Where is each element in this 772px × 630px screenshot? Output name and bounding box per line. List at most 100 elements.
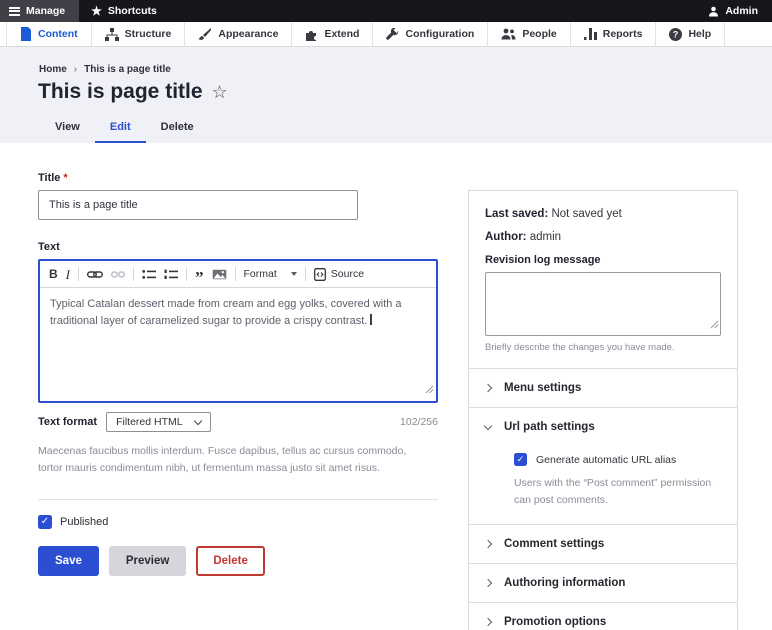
text-format-select[interactable]: Filtered HTML xyxy=(106,412,211,432)
check-icon: ✓ xyxy=(41,516,49,527)
accordion-label: Url path settings xyxy=(504,421,595,433)
published-checkbox[interactable]: ✓ xyxy=(38,515,52,529)
last-saved-value: Not saved yet xyxy=(548,208,622,220)
accordion-authoring-information[interactable]: Authoring information xyxy=(469,563,737,602)
nav-item-label: Appearance xyxy=(218,28,278,40)
preview-button[interactable]: Preview xyxy=(109,546,186,576)
node-meta-section: Last saved: Not saved yet Author: admin … xyxy=(469,191,737,368)
bold-button[interactable]: B xyxy=(49,268,58,280)
text-format-label: Text format xyxy=(38,416,97,428)
file-icon xyxy=(20,27,32,41)
text-cursor xyxy=(370,314,372,325)
bookmark-star-icon[interactable]: ☆ xyxy=(212,82,228,103)
breadcrumb-current: This is a page title xyxy=(84,64,171,75)
chevron-right-icon xyxy=(484,539,492,547)
nav-item-people[interactable]: People xyxy=(488,22,570,46)
sitemap-icon xyxy=(105,28,119,41)
nav-item-reports[interactable]: Reports xyxy=(571,22,657,46)
nav-item-appearance[interactable]: Appearance xyxy=(185,22,292,46)
chevron-down-icon xyxy=(484,421,492,429)
hamburger-icon xyxy=(9,7,20,16)
shortcuts-label: Shortcuts xyxy=(108,5,157,17)
chevron-right-icon xyxy=(484,578,492,586)
author-line: Author: admin xyxy=(485,231,721,243)
wrench-icon xyxy=(386,28,399,41)
title-field-label: Title* xyxy=(38,172,438,184)
bulleted-list-icon xyxy=(142,269,156,280)
nav-item-label: Help xyxy=(688,28,711,40)
author-label: Author: xyxy=(485,231,527,243)
numbered-list-icon xyxy=(164,269,178,280)
accordion-label: Comment settings xyxy=(504,538,604,550)
user-label: Admin xyxy=(725,5,758,17)
source-button-label: Source xyxy=(331,269,364,280)
revision-log-help: Briefly describe the changes you have ma… xyxy=(485,342,721,353)
blockquote-button[interactable]: ” xyxy=(195,269,204,286)
unlink-button[interactable] xyxy=(111,270,125,279)
nav-item-label: People xyxy=(522,28,556,40)
toolbar-separator xyxy=(305,267,306,281)
accordion-url-path-header[interactable]: Url path settings xyxy=(469,407,737,446)
tab-delete[interactable]: Delete xyxy=(146,112,209,143)
svg-text:?: ? xyxy=(673,29,679,39)
revision-log-label: Revision log message xyxy=(485,254,721,266)
nav-item-label: Content xyxy=(38,28,78,40)
italic-button[interactable]: I xyxy=(66,268,70,281)
form-actions: Save Preview Delete xyxy=(38,546,438,576)
nav-item-help[interactable]: ? Help xyxy=(656,22,725,46)
title-input[interactable] xyxy=(38,190,358,220)
revision-resize-handle[interactable] xyxy=(710,316,719,334)
manage-menu-button[interactable]: Manage xyxy=(0,0,79,22)
form-divider xyxy=(38,499,438,500)
format-dropdown[interactable]: Format xyxy=(244,269,297,280)
page-header: Home › This is a page title This is page… xyxy=(0,47,772,143)
url-alias-label[interactable]: Generate automatic URL alias xyxy=(536,454,676,466)
last-saved-label: Last saved: xyxy=(485,208,548,220)
url-alias-checkbox[interactable]: ✓ xyxy=(514,453,527,466)
last-saved-line: Last saved: Not saved yet xyxy=(485,208,721,220)
save-button[interactable]: Save xyxy=(38,546,99,576)
user-menu-button[interactable]: Admin xyxy=(696,0,772,22)
text-format-row: Text format Filtered HTML 102/256 xyxy=(38,412,438,432)
tab-view[interactable]: View xyxy=(40,112,95,143)
accordion-menu-settings[interactable]: Menu settings xyxy=(469,368,737,407)
nav-item-configuration[interactable]: Configuration xyxy=(373,22,488,46)
nav-item-extend[interactable]: Extend xyxy=(292,22,373,46)
bar-chart-icon xyxy=(584,28,597,40)
resize-handle-icon xyxy=(710,320,719,329)
chevron-right-icon xyxy=(484,617,492,625)
breadcrumb-home-link[interactable]: Home xyxy=(39,64,67,75)
shortcuts-button[interactable]: ★ Shortcuts xyxy=(79,0,169,22)
editor-resize-handle[interactable] xyxy=(425,381,434,399)
revision-log-textarea[interactable] xyxy=(485,272,721,336)
accordion-label: Promotion options xyxy=(504,616,606,628)
edit-form: Title* Text B I ” xyxy=(38,143,438,576)
breadcrumb-separator: › xyxy=(74,64,77,75)
admin-toolbar: Manage ★ Shortcuts Admin xyxy=(0,0,772,22)
accordion-promotion-options[interactable]: Promotion options xyxy=(469,602,737,630)
topbar-spacer xyxy=(169,0,696,22)
admin-nav: Content Structure Appearance Extend Conf… xyxy=(0,22,772,47)
source-icon xyxy=(314,268,326,281)
resize-handle-icon xyxy=(425,385,434,394)
image-icon xyxy=(212,269,227,280)
published-label[interactable]: Published xyxy=(60,516,108,528)
accordion-label: Authoring information xyxy=(504,577,625,589)
link-button[interactable] xyxy=(87,270,103,279)
editor-content[interactable]: Typical Catalan dessert made from cream … xyxy=(40,288,436,401)
numbered-list-button[interactable] xyxy=(164,269,178,280)
image-button[interactable] xyxy=(212,269,227,280)
source-button[interactable]: Source xyxy=(314,268,364,281)
help-icon: ? xyxy=(669,28,682,41)
accordion-comment-settings[interactable]: Comment settings xyxy=(469,524,737,563)
toolbar-separator xyxy=(133,267,134,281)
toolbar-separator xyxy=(186,267,187,281)
quote-icon: ” xyxy=(195,269,204,286)
nav-item-content[interactable]: Content xyxy=(6,22,92,46)
revision-log-wrap xyxy=(485,272,721,336)
nav-item-structure[interactable]: Structure xyxy=(92,22,186,46)
bulleted-list-button[interactable] xyxy=(142,269,156,280)
tab-edit[interactable]: Edit xyxy=(95,112,146,143)
text-field-description: Maecenas faucibus mollis interdum. Fusce… xyxy=(38,443,428,478)
delete-button[interactable]: Delete xyxy=(196,546,265,576)
